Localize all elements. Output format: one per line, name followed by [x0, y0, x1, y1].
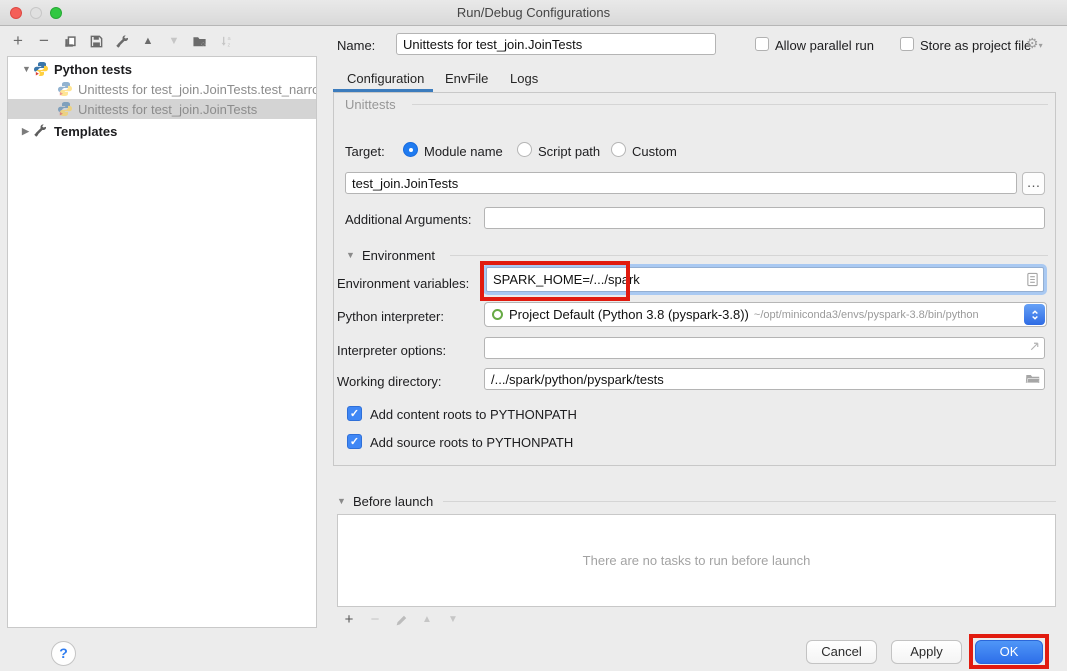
python-tests-icon: [33, 61, 49, 77]
ok-button[interactable]: OK: [975, 640, 1043, 664]
add-content-roots-label: Add content roots to PYTHONPATH: [370, 407, 577, 422]
target-module-name-radio[interactable]: [403, 142, 418, 157]
templates-wrench-icon: [33, 123, 49, 139]
python-test-icon: [57, 101, 73, 117]
environment-group-label: Environment: [362, 248, 435, 263]
additional-arguments-label: Additional Arguments:: [345, 212, 471, 227]
tree-item-label: Python tests: [54, 62, 132, 77]
task-up-icon: ▲: [419, 611, 435, 629]
save-configuration-icon[interactable]: [88, 32, 104, 50]
conda-interpreter-icon: [492, 309, 503, 320]
name-input[interactable]: [396, 33, 716, 55]
browse-module-button[interactable]: …: [1022, 172, 1045, 195]
working-directory-input[interactable]: [484, 368, 1045, 390]
tab-configuration[interactable]: Configuration: [347, 71, 424, 86]
store-as-project-file-checkbox[interactable]: [900, 37, 914, 51]
group-separator: [443, 501, 1056, 502]
svg-text:a: a: [227, 36, 231, 42]
tree-item-test-narrow[interactable]: Unittests for test_join.JoinTests.test_n…: [8, 79, 316, 99]
remove-configuration-icon[interactable]: −: [36, 32, 52, 50]
before-launch-task-list: There are no tasks to run before launch: [337, 514, 1056, 607]
target-script-path-radio[interactable]: [517, 142, 532, 157]
no-tasks-message: There are no tasks to run before launch: [583, 553, 811, 568]
allow-parallel-run-label: Allow parallel run: [775, 38, 874, 53]
python-test-icon: [57, 81, 73, 97]
add-task-icon[interactable]: +: [341, 611, 357, 629]
tree-item-jointests-selected[interactable]: Unittests for test_join.JoinTests: [8, 99, 316, 119]
edit-templates-icon[interactable]: [114, 32, 130, 50]
help-button[interactable]: ?: [51, 641, 76, 666]
environment-collapse-icon[interactable]: ▼: [346, 250, 355, 260]
tab-envfile[interactable]: EnvFile: [445, 71, 488, 86]
interpreter-name: Project Default (Python 3.8 (pyspark-3.8…: [509, 307, 749, 322]
configurations-tree: ▼ Python tests Unittests for test_join.J…: [7, 56, 317, 628]
interpreter-options-label: Interpreter options:: [337, 343, 446, 358]
zoom-window-button[interactable]: [50, 7, 62, 19]
tree-item-templates[interactable]: ▶ Templates: [8, 121, 316, 141]
tree-item-label: Templates: [54, 124, 117, 139]
chevron-right-icon[interactable]: ▶: [20, 126, 33, 137]
edit-task-icon: [393, 611, 409, 629]
apply-button[interactable]: Apply: [891, 640, 962, 664]
configurations-toolbar: + − ▲ ▼ az: [10, 31, 244, 51]
working-directory-label: Working directory:: [337, 374, 442, 389]
python-interpreter-select[interactable]: Project Default (Python 3.8 (pyspark-3.8…: [484, 302, 1047, 327]
environment-variables-field-wrap: [483, 264, 1047, 295]
module-name-input[interactable]: [345, 172, 1017, 194]
tab-logs[interactable]: Logs: [510, 71, 538, 86]
expand-field-icon[interactable]: [1028, 340, 1041, 356]
name-label: Name:: [337, 38, 375, 53]
add-source-roots-label: Add source roots to PYTHONPATH: [370, 435, 573, 450]
tree-item-python-tests[interactable]: ▼ Python tests: [8, 59, 316, 79]
store-options-gear-icon[interactable]: ⚙▾: [1026, 35, 1043, 52]
title-bar: Run/Debug Configurations: [0, 0, 1067, 26]
chevron-down-icon[interactable]: ▼: [20, 64, 33, 74]
add-content-roots-checkbox[interactable]: ✓: [347, 406, 362, 421]
interpreter-dropdown-spinner-icon[interactable]: [1024, 304, 1045, 325]
task-down-icon: ▼: [445, 611, 461, 629]
tree-item-label: Unittests for test_join.JoinTests: [78, 102, 257, 117]
group-separator: [412, 104, 1048, 105]
tree-item-label: Unittests for test_join.JoinTests.test_n…: [78, 82, 316, 97]
add-source-roots-checkbox[interactable]: ✓: [347, 434, 362, 449]
allow-parallel-run-checkbox[interactable]: [755, 37, 769, 51]
target-label: Target:: [345, 144, 385, 159]
create-folder-icon[interactable]: [192, 32, 208, 50]
before-launch-collapse-icon[interactable]: ▼: [337, 496, 346, 506]
run-debug-configurations-dialog: Run/Debug Configurations + − ▲ ▼ az ▼ Py: [0, 0, 1067, 671]
before-launch-label: Before launch: [353, 494, 433, 509]
target-module-name-label: Module name: [424, 144, 503, 159]
before-launch-toolbar: + − ▲ ▼: [341, 611, 471, 629]
window-title: Run/Debug Configurations: [0, 0, 1067, 25]
python-interpreter-label: Python interpreter:: [337, 309, 444, 324]
target-custom-radio[interactable]: [611, 142, 626, 157]
unittests-group-label: Unittests: [345, 97, 396, 112]
interpreter-options-input[interactable]: [484, 337, 1045, 359]
store-as-project-file-label: Store as project file: [920, 38, 1031, 53]
environment-variables-input[interactable]: [486, 267, 1044, 292]
additional-arguments-input[interactable]: [484, 207, 1045, 229]
target-script-path-label: Script path: [538, 144, 600, 159]
svg-text:z: z: [227, 42, 230, 48]
minimize-window-button[interactable]: [30, 7, 42, 19]
sort-configurations-icon: az: [218, 32, 234, 50]
move-up-icon[interactable]: ▲: [140, 32, 156, 50]
cancel-button[interactable]: Cancel: [806, 640, 877, 664]
interpreter-path: ~/opt/miniconda3/envs/pyspark-3.8/bin/py…: [754, 309, 979, 321]
group-separator: [450, 255, 1048, 256]
env-variables-list-icon[interactable]: [1026, 272, 1039, 290]
remove-task-icon: −: [367, 611, 383, 629]
browse-folder-icon[interactable]: [1025, 371, 1041, 389]
copy-configuration-icon[interactable]: [62, 32, 78, 50]
close-window-button[interactable]: [10, 7, 22, 19]
environment-variables-label: Environment variables:: [337, 276, 469, 291]
add-configuration-icon[interactable]: +: [10, 32, 26, 50]
target-custom-label: Custom: [632, 144, 677, 159]
move-down-icon: ▼: [166, 32, 182, 50]
